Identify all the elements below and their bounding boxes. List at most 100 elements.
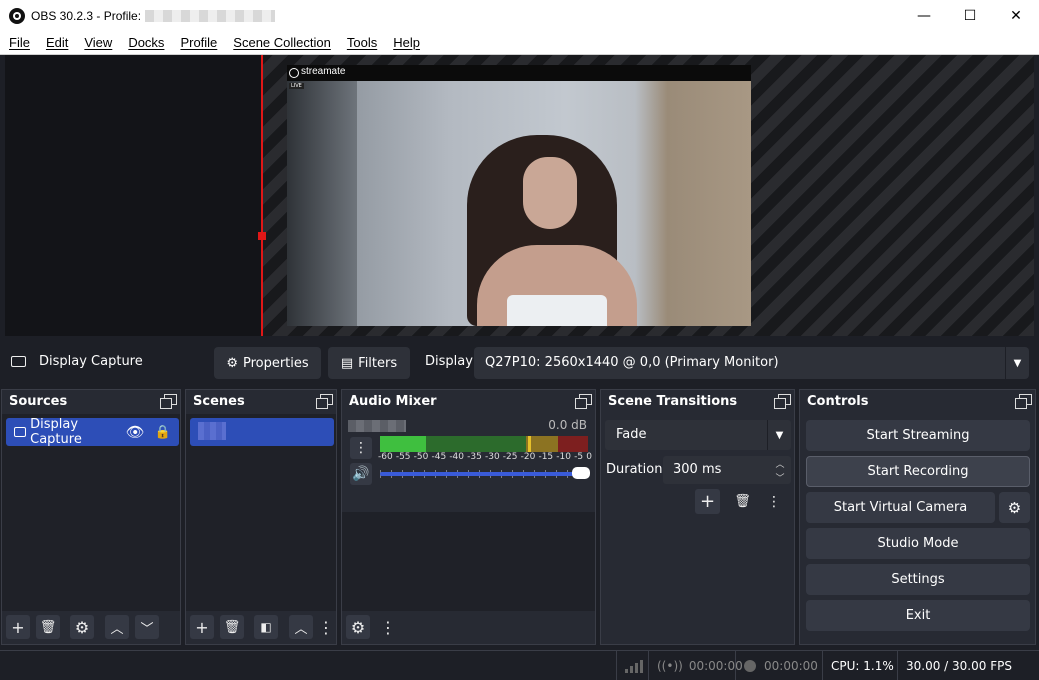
menu-file[interactable]: File (0, 35, 38, 50)
speaker-icon[interactable]: 🔊 (350, 463, 372, 485)
virtual-camera-gear-icon[interactable]: ⚙ (999, 492, 1030, 523)
move-down-chevron-icon[interactable]: ﹀ (135, 615, 159, 639)
controls-dock: Controls Start Streaming Start Recording… (799, 389, 1036, 645)
scenes-dock: Scenes + 🗑 ◧ ︿ ⋮ (185, 389, 337, 645)
add-transition-button[interactable]: + (695, 489, 720, 514)
undock-icon[interactable] (316, 394, 333, 409)
scene-name-redacted (198, 422, 226, 440)
record-status: 00:00:00 (735, 651, 822, 680)
menu-view[interactable]: View (76, 35, 120, 50)
menu-edit[interactable]: Edit (38, 35, 76, 50)
settings-button[interactable]: Settings (806, 564, 1030, 595)
streamate-watermark: streamate (301, 66, 346, 77)
menu-help[interactable]: Help (385, 35, 428, 50)
exit-button[interactable]: Exit (806, 600, 1030, 631)
chevron-up-icon[interactable]: ︿ (775, 457, 784, 470)
scene-item[interactable] (190, 418, 334, 446)
undock-icon[interactable] (160, 394, 177, 409)
menu-scene-collection[interactable]: Scene Collection (225, 35, 339, 50)
undock-icon[interactable] (774, 394, 791, 409)
chevron-down-icon: ▼ (1005, 347, 1029, 379)
studio-mode-button[interactable]: Studio Mode (806, 528, 1030, 559)
menu-docks[interactable]: Docks (120, 35, 172, 50)
menu-profile[interactable]: Profile (172, 35, 225, 50)
properties-button[interactable]: ⚙ Properties (214, 347, 321, 379)
display-select[interactable]: Q27P10: 2560x1440 @ 0,0 (Primary Monitor… (474, 347, 1029, 379)
meter-green-active (380, 436, 426, 452)
status-bar: ((•)) 00:00:00 00:00:00 CPU: 1.1% 30.00 … (0, 650, 1039, 680)
video-top-bar (287, 65, 751, 81)
source-properties-gear-icon[interactable]: ⚙ (70, 615, 94, 639)
audio-mixer-title: Audio Mixer (349, 394, 437, 409)
chevron-down-icon: ▼ (767, 420, 791, 450)
display-capture-video[interactable]: streamate LIVE (287, 65, 751, 326)
undock-icon[interactable] (1015, 394, 1032, 409)
profile-name-redacted (145, 9, 276, 22)
cpu-usage: CPU: 1.1% (822, 651, 897, 680)
duration-spinner[interactable]: ︿ ﹀ (769, 456, 791, 484)
live-badge: LIVE (289, 83, 304, 89)
selected-source-name: Display Capture (39, 354, 143, 369)
audio-mixer-dock: Audio Mixer 0.0 dB ⋮ -60 -55 -50 -45 -40 -35-… (341, 389, 596, 645)
trash-icon[interactable]: 🗑 (730, 489, 755, 514)
maximize-button[interactable]: ☐ (947, 0, 993, 31)
filter-icon: ▤ (340, 355, 354, 371)
source-toolbar: Display Capture ⚙ Properties ▤ Filters D… (0, 341, 1039, 383)
trash-icon[interactable]: 🗑 (220, 615, 244, 639)
lock-icon[interactable]: 🔒 (155, 425, 171, 440)
filters-button[interactable]: ▤ Filters (328, 347, 410, 379)
record-dot-icon (744, 659, 756, 672)
undock-icon[interactable] (575, 394, 592, 409)
start-streaming-button[interactable]: Start Streaming (806, 420, 1030, 451)
preview-canvas[interactable]: streamate LIVE (5, 55, 1034, 336)
move-up-chevron-icon[interactable]: ︿ (289, 615, 313, 639)
transition-select[interactable]: Fade ▼ (605, 420, 791, 450)
duration-input[interactable]: 300 ms ︿ ﹀ (663, 456, 791, 484)
start-virtual-camera-button[interactable]: Start Virtual Camera (806, 492, 995, 523)
monitor-icon (14, 427, 27, 437)
meter-scale: -60 -55 -50 -45 -40 -35 -30 -25 -20 -15 -10 -5 0 (378, 452, 592, 462)
eye-icon[interactable]: 👁 (126, 423, 145, 441)
broadcast-icon: ((•)) (657, 658, 683, 673)
title-bar: OBS 30.2.3 - Profile: — ☐ ✕ (0, 0, 1039, 31)
volume-slider-knob[interactable] (572, 467, 590, 479)
stream-status: ((•)) 00:00:00 (648, 651, 743, 680)
network-signal-icon (616, 651, 648, 680)
menu-tools[interactable]: Tools (339, 35, 385, 50)
chevron-down-icon[interactable]: ﹀ (775, 471, 784, 484)
volume-slider[interactable] (380, 467, 590, 479)
duration-label: Duration (606, 462, 663, 477)
advanced-audio-gear-icon[interactable]: ⚙ (346, 615, 370, 639)
start-recording-button[interactable]: Start Recording (806, 456, 1030, 487)
more-vertical-icon[interactable]: ⋮ (764, 489, 784, 514)
scenes-footer: + 🗑 ◧ ︿ ⋮ (186, 611, 336, 644)
move-up-chevron-icon[interactable]: ︿ (105, 615, 129, 639)
display-select-value: Q27P10: 2560x1440 @ 0,0 (Primary Monitor… (485, 355, 779, 370)
mixer-menu-icon[interactable]: ⋮ (350, 437, 372, 459)
scenes-title: Scenes (193, 394, 245, 409)
trash-icon[interactable]: 🗑 (36, 615, 60, 639)
more-vertical-icon[interactable]: ⋮ (318, 615, 334, 639)
obs-logo-icon (9, 7, 25, 24)
minimize-button[interactable]: — (901, 0, 947, 31)
add-source-button[interactable]: + (6, 615, 30, 639)
add-scene-button[interactable]: + (190, 615, 214, 639)
sources-dock: Sources Display Capture 👁 🔒 + 🗑 ⚙ ︿ ﹀ (1, 389, 181, 645)
mixer-db-value: 0.0 dB (548, 418, 587, 432)
sources-footer: + 🗑 ⚙ ︿ ﹀ (2, 611, 180, 644)
resize-handle[interactable] (258, 232, 266, 240)
duration-value: 300 ms (673, 462, 722, 477)
sources-title: Sources (9, 394, 68, 409)
volume-meter (380, 436, 588, 452)
scene-transitions-title: Scene Transitions (608, 394, 738, 409)
mixer-footer: ⚙ ⋮ (342, 611, 595, 644)
video-person (467, 135, 647, 326)
monitor-icon (11, 356, 26, 367)
source-item[interactable]: Display Capture 👁 🔒 (6, 417, 179, 447)
controls-title: Controls (807, 394, 869, 409)
scene-filter-icon[interactable]: ◧ (254, 615, 278, 639)
display-label: Display (425, 354, 473, 369)
close-button[interactable]: ✕ (993, 0, 1039, 31)
streamate-logo-icon (289, 68, 299, 78)
more-vertical-icon[interactable]: ⋮ (380, 615, 396, 639)
